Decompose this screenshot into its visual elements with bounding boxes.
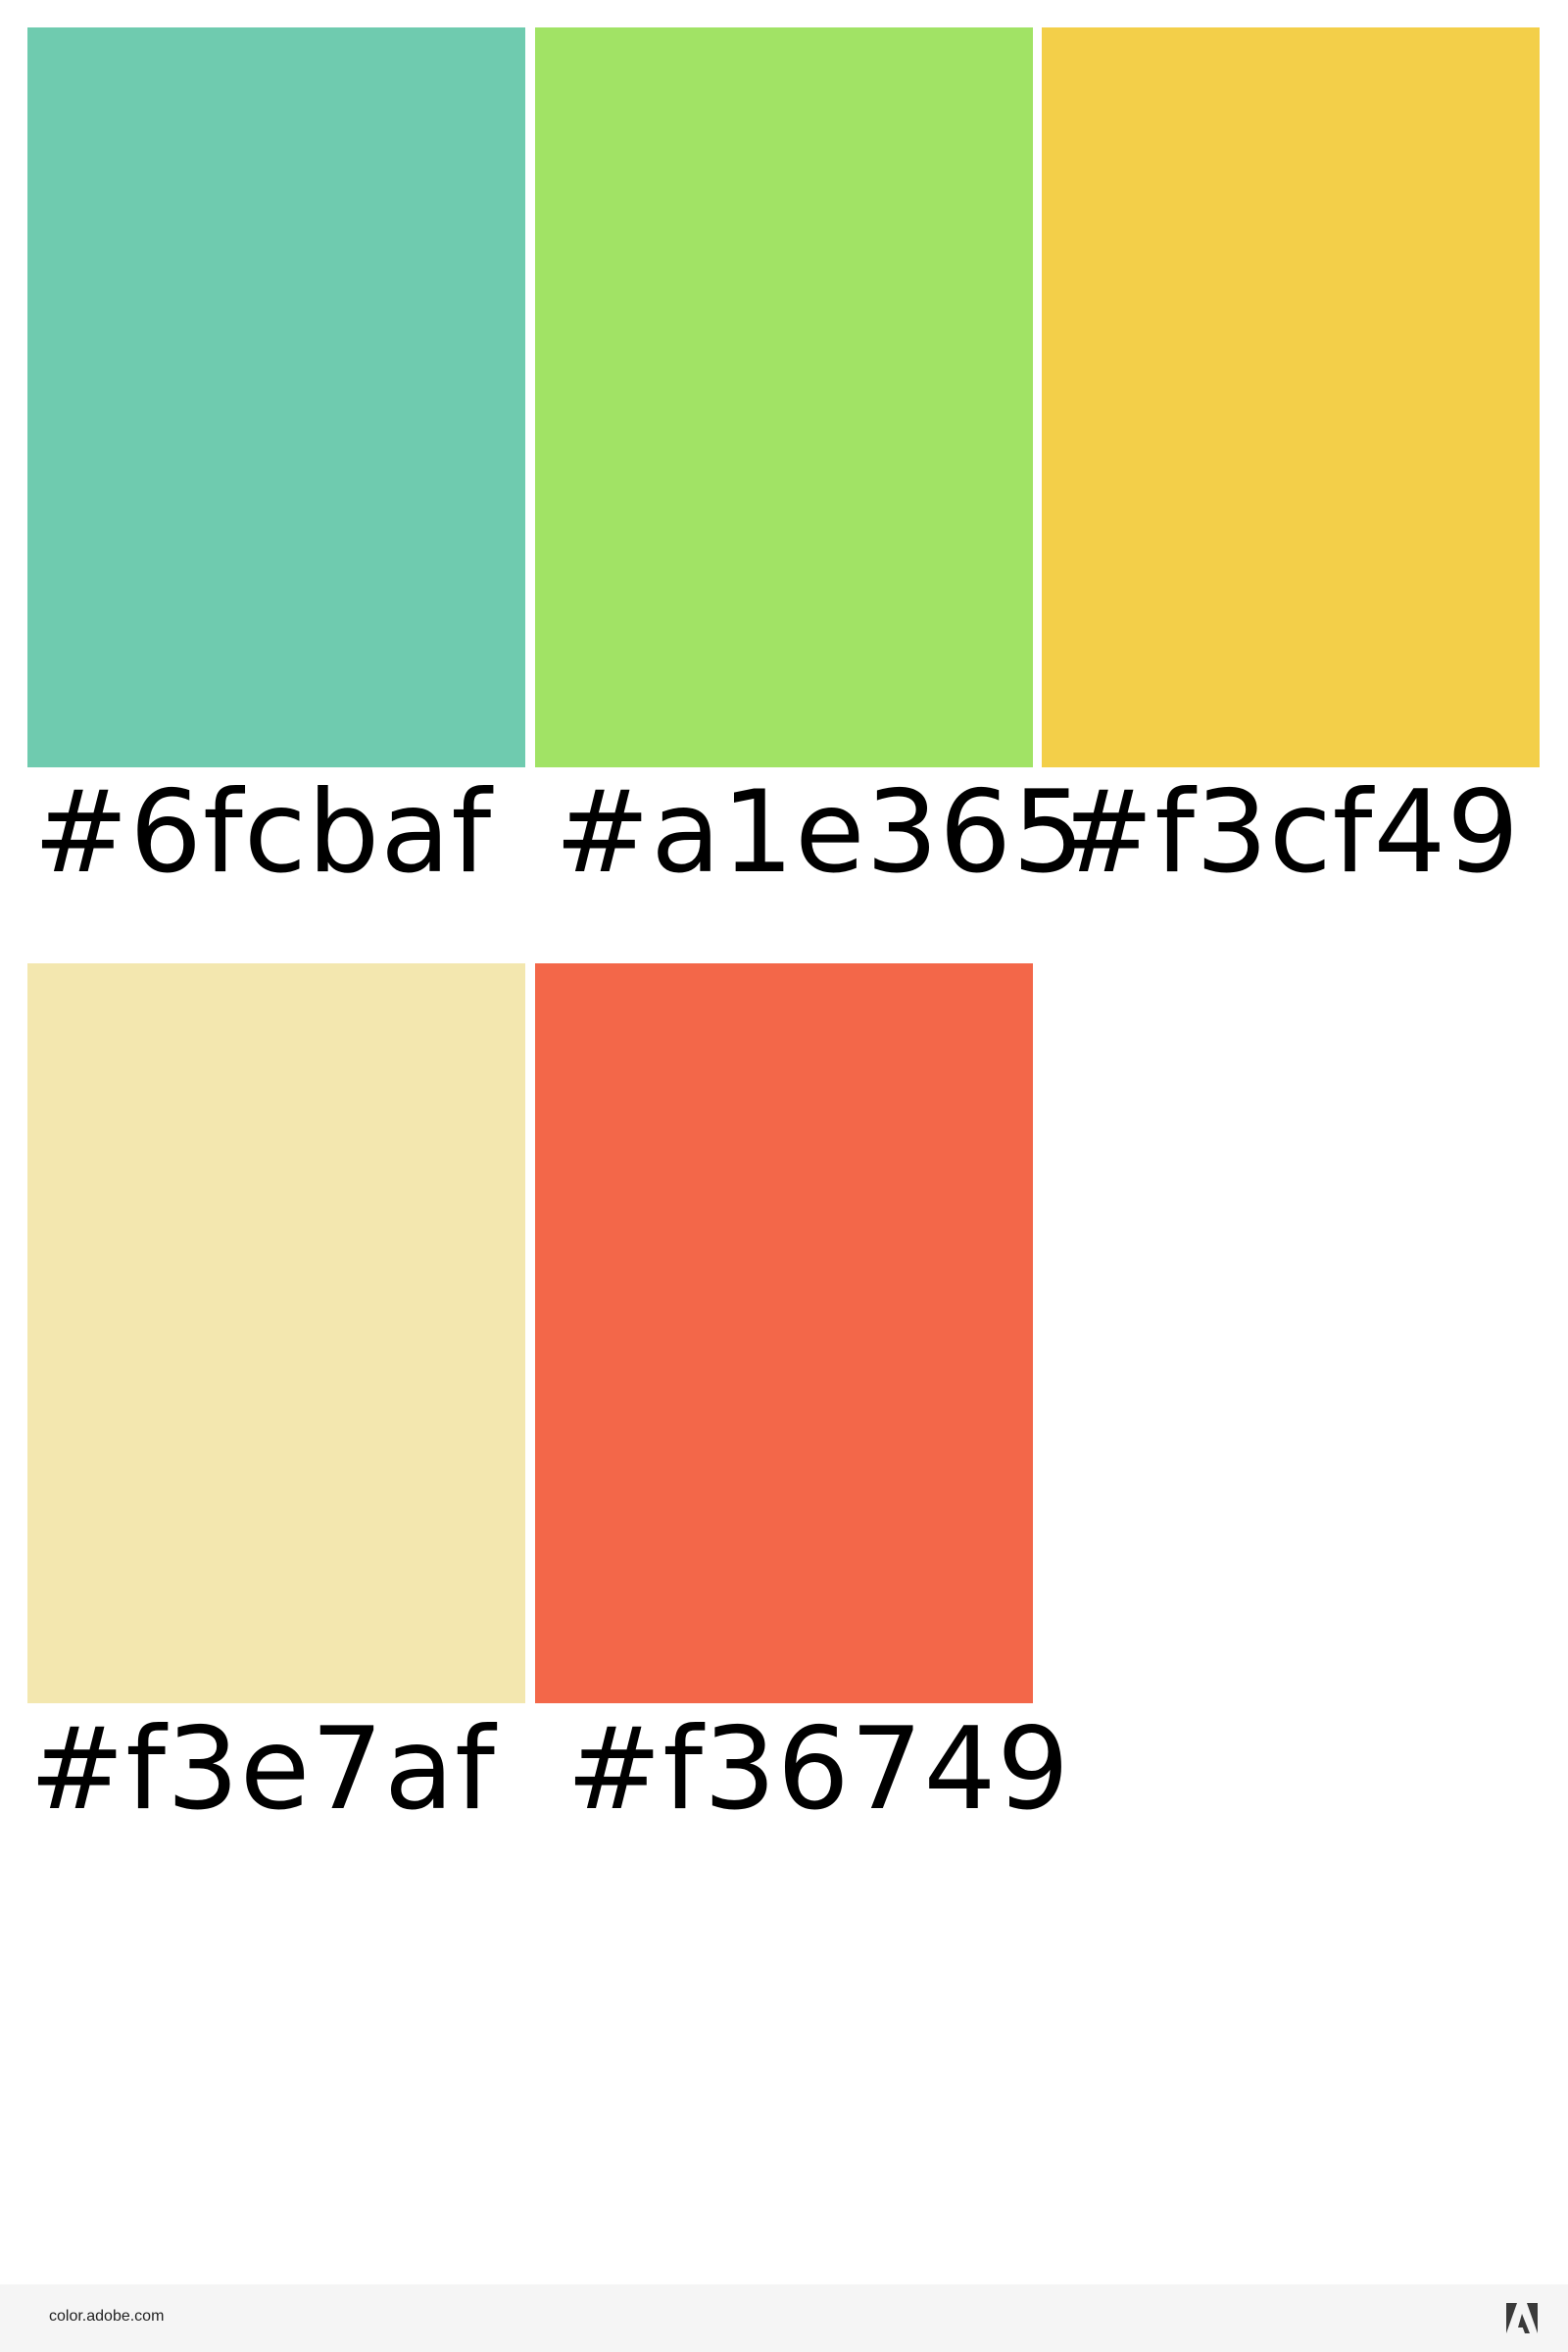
hex-label-3: #f3cf49 [1058, 766, 1521, 899]
color-swatch-1 [27, 27, 525, 767]
hex-label-5: #f36749 [566, 1703, 1071, 1836]
color-swatch-4 [27, 963, 525, 1703]
color-swatch-2 [535, 27, 1033, 767]
footer-site-link[interactable]: color.adobe.com [49, 2308, 164, 2326]
footer-bar: color.adobe.com [0, 2284, 1568, 2352]
hex-label-1: #6fcbaf [33, 766, 493, 899]
color-swatch-3 [1042, 27, 1540, 767]
color-swatch-5 [535, 963, 1033, 1703]
hex-label-2: #a1e365 [555, 766, 1086, 899]
hex-label-4: #f3e7af [29, 1703, 496, 1836]
adobe-logo-icon [1506, 2303, 1538, 2333]
